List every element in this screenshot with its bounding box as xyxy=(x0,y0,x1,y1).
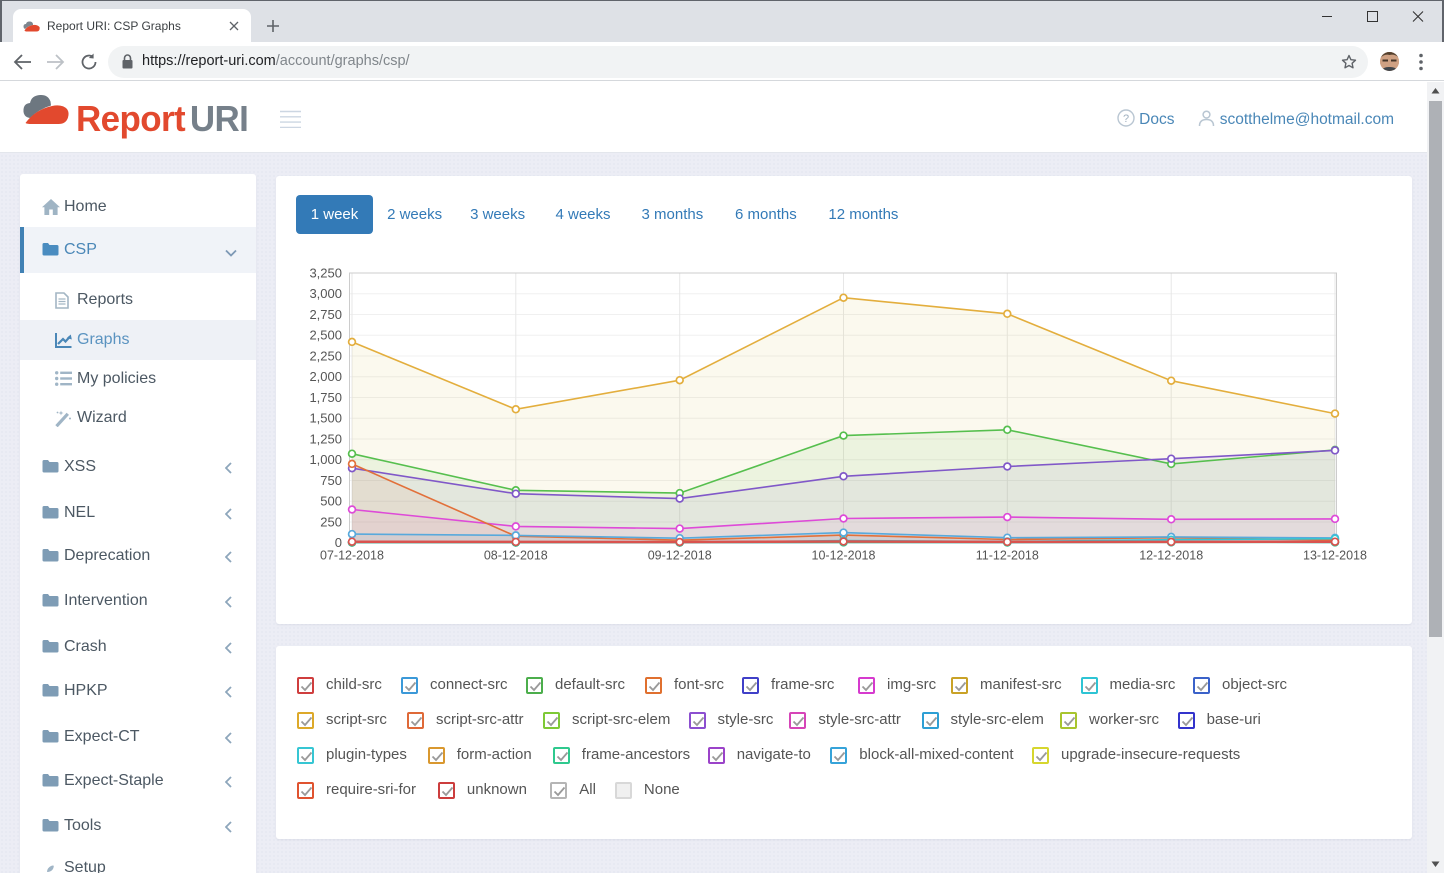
svg-text:07-12-2018: 07-12-2018 xyxy=(320,549,384,563)
svg-text:2,000: 2,000 xyxy=(309,369,342,384)
svg-text:12-12-2018: 12-12-2018 xyxy=(1139,549,1203,563)
svg-text:10-12-2018: 10-12-2018 xyxy=(812,549,876,563)
svg-text:3,250: 3,250 xyxy=(309,266,342,281)
svg-text:13-12-2018: 13-12-2018 xyxy=(1303,549,1367,563)
svg-text:1,500: 1,500 xyxy=(309,411,342,426)
svg-text:250: 250 xyxy=(320,515,342,530)
svg-text:2,250: 2,250 xyxy=(309,349,342,364)
svg-text:500: 500 xyxy=(320,494,342,509)
svg-text:3,000: 3,000 xyxy=(309,286,342,301)
svg-text:08-12-2018: 08-12-2018 xyxy=(484,549,548,563)
svg-text:09-12-2018: 09-12-2018 xyxy=(648,549,712,563)
svg-text:2,750: 2,750 xyxy=(309,307,342,322)
svg-text:?: ? xyxy=(1123,113,1129,125)
svg-text:2,500: 2,500 xyxy=(309,328,342,343)
svg-text:750: 750 xyxy=(320,473,342,488)
svg-text:1,000: 1,000 xyxy=(309,452,342,467)
svg-text:1,750: 1,750 xyxy=(309,390,342,405)
svg-text:11-12-2018: 11-12-2018 xyxy=(976,549,1039,563)
svg-text:1,250: 1,250 xyxy=(309,432,342,447)
